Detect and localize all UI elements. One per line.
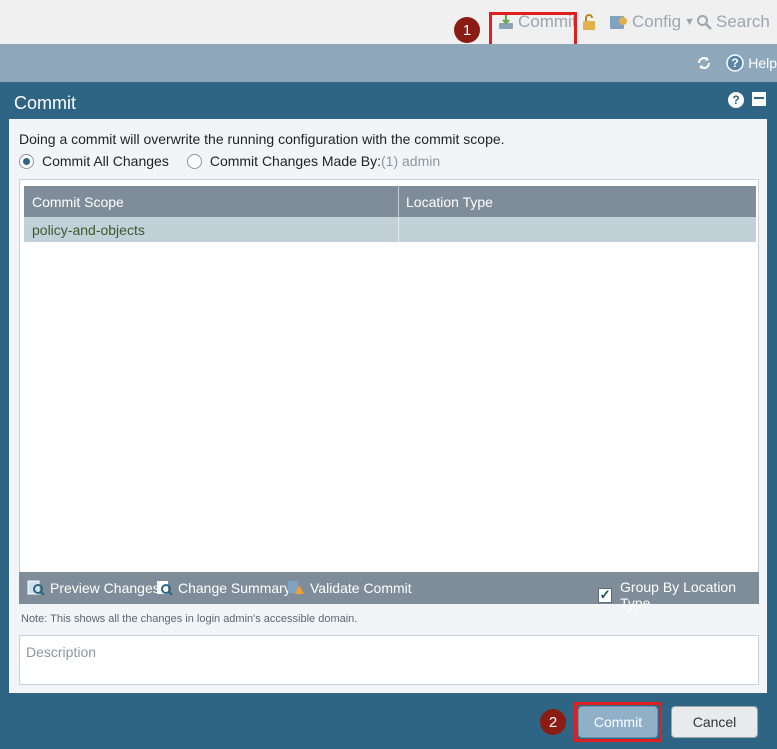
chevron-down-icon: ▼ <box>684 16 696 28</box>
table-action-bar: Preview Changes Change Summary Validate … <box>19 572 759 611</box>
radio-commit-by-value: (1) admin <box>381 153 441 169</box>
note-text: Note: This shows all the changes in logi… <box>21 613 358 625</box>
validate-commit-button[interactable]: Validate Commit <box>287 579 412 597</box>
svg-text:?: ? <box>732 93 739 107</box>
description-placeholder: Description <box>26 644 97 660</box>
dialog-help-icon[interactable]: ? <box>727 91 745 109</box>
intro-text: Doing a commit will overwrite the runnin… <box>19 131 505 147</box>
help-label: Help <box>748 55 777 71</box>
search-button[interactable]: Search <box>696 10 770 34</box>
config-label: Config <box>632 12 682 31</box>
search-label: Search <box>716 12 770 31</box>
cancel-button[interactable]: Cancel <box>671 706 758 738</box>
preview-changes-label: Preview Changes <box>50 580 160 596</box>
help-link[interactable]: ? Help <box>696 54 777 72</box>
change-summary-button[interactable]: Change Summary <box>155 579 291 597</box>
validate-commit-label: Validate Commit <box>310 580 412 596</box>
callout-badge-2: 2 <box>540 709 566 735</box>
radio-commit-by[interactable] <box>186 153 202 169</box>
lock-icon <box>583 14 595 30</box>
preview-changes-icon <box>27 580 45 596</box>
radio-commit-by-label[interactable]: Commit Changes Made By: <box>210 153 381 169</box>
dialog-header-icons: ? <box>727 91 767 109</box>
config-icon <box>610 16 627 29</box>
highlight-box-commit <box>489 12 577 47</box>
column-header-location-type[interactable]: Location Type <box>398 186 756 217</box>
table-row[interactable]: policy-and-objects <box>24 217 756 242</box>
refresh-icon[interactable] <box>696 55 712 71</box>
highlight-box-commit-button <box>574 702 662 742</box>
validate-commit-icon <box>288 581 304 594</box>
svg-text:?: ? <box>732 56 739 70</box>
commit-scope-table: Commit Scope Location Type policy-and-ob… <box>19 179 759 573</box>
maximize-icon[interactable] <box>751 91 767 107</box>
change-summary-label: Change Summary <box>178 580 291 596</box>
preview-changes-button[interactable]: Preview Changes <box>27 579 160 597</box>
group-by-checkbox[interactable]: ✓ <box>598 587 613 603</box>
cell-location-type <box>398 217 756 242</box>
secondary-bar <box>0 44 777 82</box>
radio-commit-all-label[interactable]: Commit All Changes <box>42 153 169 169</box>
cell-commit-scope: policy-and-objects <box>32 221 145 238</box>
lock-button[interactable] <box>580 10 598 34</box>
description-input[interactable]: Description <box>19 635 759 685</box>
dialog-title: Commit <box>14 93 76 113</box>
change-summary-icon <box>157 581 173 596</box>
commit-option-row: Commit All Changes Commit Changes Made B… <box>19 153 440 169</box>
column-header-commit-scope[interactable]: Commit Scope <box>24 186 398 217</box>
table-header: Commit Scope Location Type <box>24 186 756 217</box>
radio-commit-all[interactable] <box>19 153 34 169</box>
callout-badge-1: 1 <box>454 17 480 43</box>
config-menu[interactable]: Config ▼ <box>609 10 695 34</box>
group-by-location-toggle[interactable]: ✓ Group By Location Type <box>598 579 759 611</box>
search-icon <box>697 15 712 30</box>
help-icon: ? <box>726 54 744 72</box>
group-by-label: Group By Location Type <box>620 579 737 611</box>
